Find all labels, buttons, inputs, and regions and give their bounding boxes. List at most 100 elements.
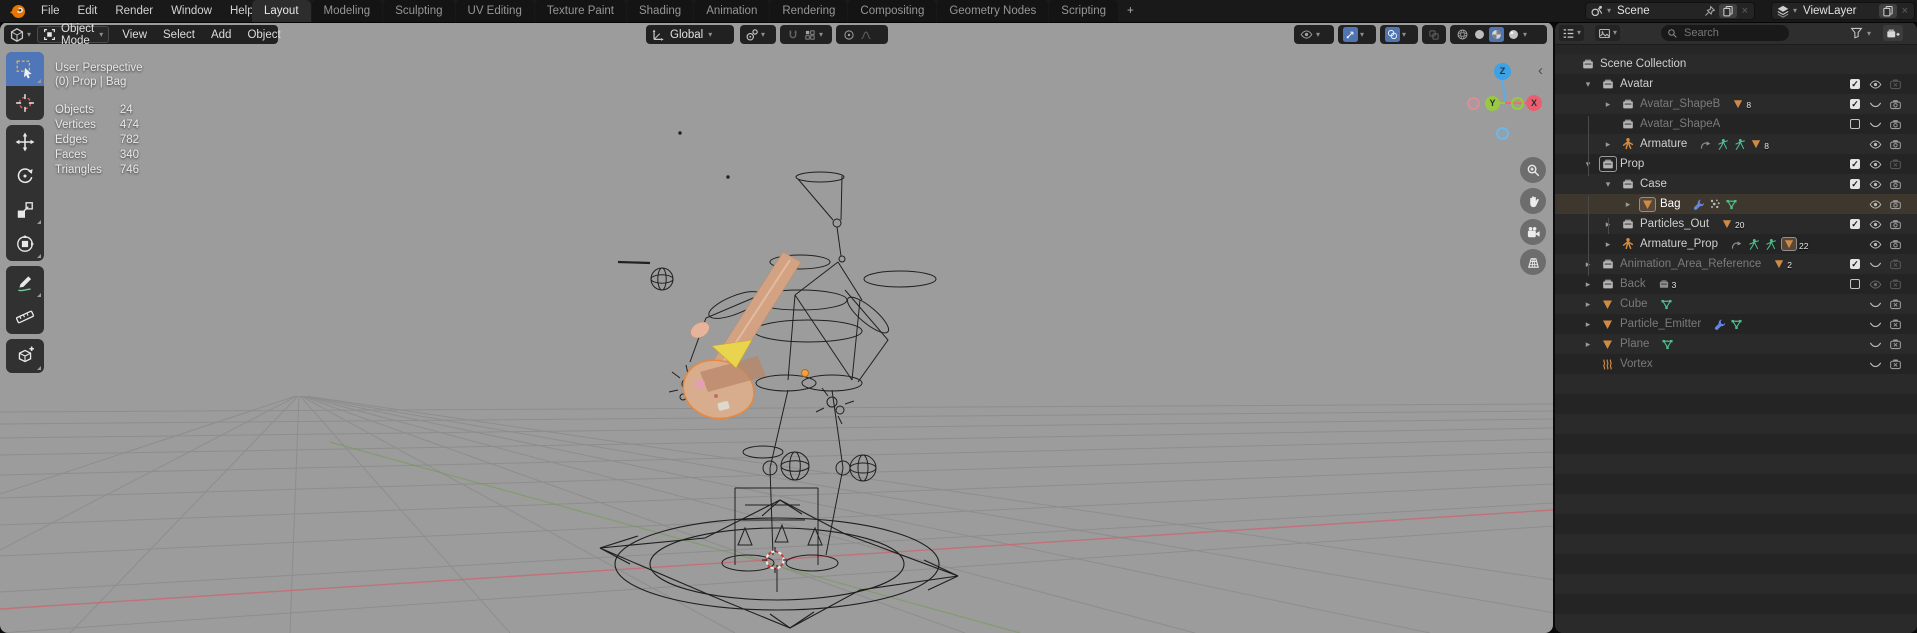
exclude-checkbox[interactable]: ✓: [1848, 214, 1862, 234]
exclude-checkbox[interactable]: ✓: [1848, 254, 1862, 274]
caret-right-icon[interactable]: ▸: [1606, 240, 1611, 249]
expand-caret[interactable]: ▸: [1598, 100, 1618, 109]
scene-selector[interactable]: ▾ Scene ×: [1585, 2, 1755, 20]
shading-material-icon[interactable]: [1489, 27, 1504, 42]
render-visibility-toggle[interactable]: [1887, 134, 1903, 154]
hide-eye-toggle[interactable]: [1867, 154, 1883, 174]
workspace-tab-uv-editing[interactable]: UV Editing: [456, 0, 534, 22]
outliner-search[interactable]: [1661, 25, 1789, 41]
outliner-row-particle-emitter[interactable]: ▸Particle_Emitter: [1555, 314, 1917, 334]
viewlayer-selector[interactable]: ▾ ViewLayer ×: [1771, 2, 1915, 20]
snap-target-dropdown[interactable]: ▾: [740, 25, 776, 44]
outliner-row-animation-area-reference[interactable]: ▸Animation_Area_Reference2✓: [1555, 254, 1917, 274]
menu-select[interactable]: Select: [156, 29, 202, 41]
new-viewlayer-button[interactable]: [1879, 4, 1897, 18]
workspace-tab-compositing[interactable]: Compositing: [848, 0, 936, 22]
hide-eye-toggle[interactable]: [1867, 274, 1883, 294]
outliner-row-scene-collection[interactable]: Scene Collection: [1555, 54, 1917, 74]
filter-funnel-icon[interactable]: [1850, 26, 1863, 39]
unlink-scene-button[interactable]: ×: [1740, 5, 1750, 17]
outliner-row-bag[interactable]: ▸Bag: [1555, 194, 1917, 214]
new-scene-button[interactable]: [1719, 4, 1737, 18]
menu-render[interactable]: Render: [106, 5, 162, 17]
workspace-tab-sculpting[interactable]: Sculpting: [383, 0, 454, 22]
shading-rendered-icon[interactable]: [1506, 27, 1521, 42]
transform-orientation-dropdown[interactable]: Global ▾: [646, 25, 734, 44]
remove-viewlayer-button[interactable]: ×: [1900, 5, 1910, 17]
editor-type-icon[interactable]: [9, 27, 25, 43]
caret-right-icon[interactable]: ▸: [1606, 140, 1611, 149]
outliner-row-avatar-shapeb[interactable]: ▸Avatar_ShapeB8✓: [1555, 94, 1917, 114]
snap-with-icon[interactable]: [802, 27, 817, 42]
render-visibility-toggle[interactable]: [1887, 334, 1903, 354]
outliner-row-avatar[interactable]: ▾Avatar✓: [1555, 74, 1917, 94]
render-visibility-toggle[interactable]: [1887, 114, 1903, 134]
tool-tweak-select[interactable]: [6, 52, 44, 86]
hide-eye-toggle[interactable]: [1867, 214, 1883, 234]
hide-eye-toggle[interactable]: [1867, 294, 1883, 314]
expand-caret[interactable]: ▾: [1578, 80, 1598, 89]
mode-dropdown[interactable]: Object Mode ▾: [37, 26, 109, 43]
workspace-tab-scripting[interactable]: Scripting: [1049, 0, 1118, 22]
caret-down-icon[interactable]: ▾: [1586, 80, 1591, 89]
pan-hand-button[interactable]: [1520, 188, 1546, 214]
outliner-row-avatar-shapea[interactable]: Avatar_ShapeA: [1555, 114, 1917, 134]
hide-eye-toggle[interactable]: [1867, 194, 1883, 214]
shading-solid-icon[interactable]: [1472, 27, 1487, 42]
workspace-tab-rendering[interactable]: Rendering: [770, 0, 847, 22]
exclude-checkbox[interactable]: ✓: [1848, 94, 1862, 114]
viewlayer-name[interactable]: ViewLayer: [1800, 5, 1876, 17]
bag-object[interactable]: [683, 252, 808, 418]
scene-name[interactable]: Scene: [1614, 5, 1700, 17]
object-type-visibility-dropdown[interactable]: ▾: [1294, 25, 1334, 44]
tool-add-cube[interactable]: [6, 339, 44, 373]
snap-toggle-magnet-icon[interactable]: [785, 27, 800, 42]
menu-view[interactable]: View: [115, 29, 154, 41]
outliner-row-prop[interactable]: ▾Prop✓: [1555, 154, 1917, 174]
gizmo-z-axis[interactable]: Z: [1494, 63, 1511, 80]
tool-rotate[interactable]: [6, 159, 44, 193]
zoom-button[interactable]: [1520, 157, 1546, 183]
outliner-row-vortex[interactable]: Vortex: [1555, 354, 1917, 374]
search-input[interactable]: [1682, 26, 1776, 40]
expand-caret[interactable]: ▸: [1618, 200, 1638, 209]
expand-caret[interactable]: ▸: [1598, 140, 1618, 149]
hide-eye-toggle[interactable]: [1867, 174, 1883, 194]
caret-right-icon[interactable]: ▸: [1586, 280, 1591, 289]
menu-file[interactable]: File: [32, 5, 69, 17]
gizmo-x-axis[interactable]: X: [1526, 95, 1542, 111]
expand-caret[interactable]: ▸: [1578, 320, 1598, 329]
xray-toggle-icon[interactable]: [1427, 27, 1441, 42]
workspace-tab-geometry-nodes[interactable]: Geometry Nodes: [937, 0, 1048, 22]
caret-right-icon[interactable]: ▸: [1586, 320, 1591, 329]
caret-right-icon[interactable]: ▸: [1586, 300, 1591, 309]
expand-caret[interactable]: ▸: [1598, 240, 1618, 249]
caret-right-icon[interactable]: ▸: [1606, 100, 1611, 109]
hide-eye-toggle[interactable]: [1867, 234, 1883, 254]
expand-caret[interactable]: ▸: [1578, 280, 1598, 289]
exclude-checkbox[interactable]: ✓: [1848, 154, 1862, 174]
new-collection-button[interactable]: [1883, 25, 1903, 41]
outliner-row-armature[interactable]: ▸Armature8: [1555, 134, 1917, 154]
caret-right-icon[interactable]: ▸: [1586, 340, 1591, 349]
exclude-checkbox[interactable]: [1848, 274, 1862, 294]
outliner-row-particles-out[interactable]: ▸Particles_Out20✓: [1555, 214, 1917, 234]
hide-eye-toggle[interactable]: [1867, 334, 1883, 354]
tool-scale[interactable]: [6, 193, 44, 227]
outliner-row-back[interactable]: ▸Back3: [1555, 274, 1917, 294]
overlays-toggle-icon[interactable]: [1385, 27, 1400, 42]
exclude-checkbox[interactable]: ✓: [1848, 174, 1862, 194]
render-visibility-toggle[interactable]: [1887, 314, 1903, 334]
outliner-row-armature-prop[interactable]: ▸Armature_Prop22: [1555, 234, 1917, 254]
workspace-tab-shading[interactable]: Shading: [627, 0, 693, 22]
hide-eye-toggle[interactable]: [1867, 314, 1883, 334]
tool-cursor[interactable]: [6, 86, 44, 120]
hide-eye-toggle[interactable]: [1867, 114, 1883, 134]
gizmo-z-neg-axis[interactable]: [1496, 127, 1509, 140]
render-visibility-toggle[interactable]: [1887, 94, 1903, 114]
workspace-tab-animation[interactable]: Animation: [694, 0, 769, 22]
hide-eye-toggle[interactable]: [1867, 74, 1883, 94]
render-visibility-toggle[interactable]: [1887, 194, 1903, 214]
caret-right-icon[interactable]: ▸: [1626, 200, 1631, 209]
gizmo-y-axis[interactable]: Y: [1485, 96, 1500, 111]
